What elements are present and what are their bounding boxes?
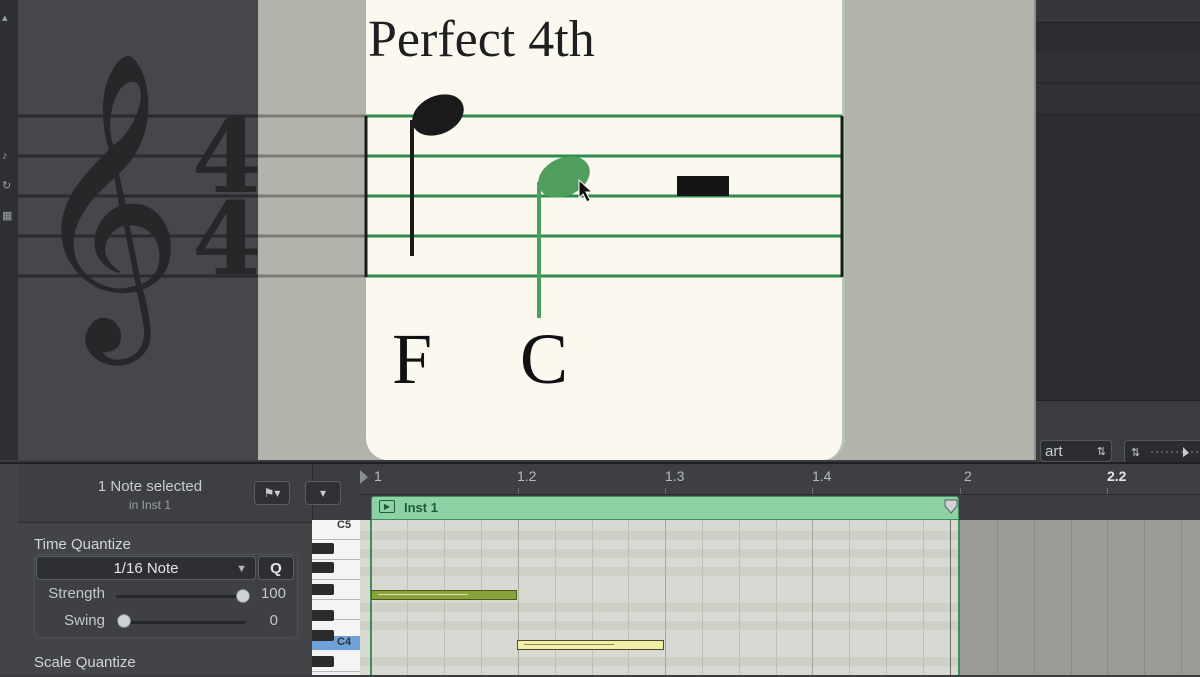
- bar-ruler[interactable]: [360, 466, 1200, 495]
- grid-line: [1071, 520, 1072, 675]
- dropdown-arrow-icon: ▾: [319, 486, 327, 500]
- key-label-c5: C5: [337, 519, 352, 531]
- strength-slider-knob[interactable]: [236, 589, 250, 603]
- selection-title: 1 Note selected: [97, 478, 203, 495]
- half-rest-symbol: [677, 176, 729, 196]
- interval-title: Perfect 4th: [368, 11, 595, 68]
- key-label-c4: C4: [337, 636, 352, 648]
- piano-black-key[interactable]: [312, 584, 334, 595]
- grid-row: [360, 621, 960, 630]
- swing-slider-knob[interactable]: [117, 614, 131, 628]
- grid-row: [360, 657, 960, 666]
- ruler-tick: [812, 488, 813, 494]
- dropdown-arrow-icon: ▼: [236, 563, 247, 575]
- grid-line: [886, 520, 887, 675]
- piano-black-key[interactable]: [312, 562, 334, 573]
- flag-icon: ⚑▾: [263, 486, 281, 500]
- time-sig-bottom: 4: [192, 180, 262, 298]
- grid-line: [849, 520, 850, 675]
- swing-value: 0: [269, 612, 278, 629]
- flag-menu-button[interactable]: ⚑▾: [254, 481, 290, 505]
- view-menu-button[interactable]: ▾: [305, 481, 341, 505]
- ruler-label: 1.3: [665, 468, 685, 484]
- grid-line: [1034, 520, 1035, 675]
- region-end-marker-icon[interactable]: [944, 498, 958, 516]
- note-c-symbol[interactable]: [531, 148, 596, 318]
- grid-line: [1144, 520, 1145, 675]
- note-label-c: C: [520, 319, 569, 399]
- grid-line: [1107, 520, 1108, 675]
- midi-note-c-selected[interactable]: [517, 640, 664, 650]
- scale-quantize-title[interactable]: Scale Quantize: [34, 654, 136, 671]
- ruler-label: 2.2: [1107, 468, 1127, 484]
- note-label-f: F: [392, 319, 433, 399]
- quantize-value: 1/16 Note: [113, 560, 179, 577]
- region-header[interactable]: [371, 496, 959, 520]
- strength-value: 100: [260, 585, 286, 602]
- note-velocity-line: [524, 644, 614, 645]
- piano-roll-outside-region[interactable]: [960, 520, 1200, 675]
- ruler-tick: [960, 488, 961, 494]
- grid-line: [923, 520, 924, 675]
- grid-row: [360, 603, 960, 612]
- ruler-label: 1: [374, 468, 382, 484]
- ruler-label: 2: [964, 468, 972, 484]
- grid-line: [555, 520, 556, 675]
- playhead-marker[interactable]: [360, 470, 368, 484]
- grid-row: [360, 567, 960, 576]
- quantize-value-select[interactable]: 1/16 Note ▼: [36, 556, 256, 580]
- end-marker-line: [950, 520, 951, 675]
- piano-black-key[interactable]: [312, 656, 334, 667]
- ruler-tick: [665, 488, 666, 494]
- grid-line: [592, 520, 593, 675]
- grid-line: [518, 520, 519, 675]
- note-f-symbol[interactable]: [405, 86, 470, 256]
- piano-black-key[interactable]: [312, 630, 334, 641]
- piano-black-key[interactable]: [312, 543, 334, 554]
- grid-line: [702, 520, 703, 675]
- grid-line: [776, 520, 777, 675]
- grid-row: [360, 549, 960, 558]
- grid-line: [628, 520, 629, 675]
- ruler-label: 1.2: [517, 468, 537, 484]
- piano-key[interactable]: [312, 520, 360, 540]
- region-play-icon[interactable]: ▶: [379, 500, 395, 513]
- quantize-button[interactable]: Q: [258, 556, 294, 580]
- time-quantize-title: Time Quantize: [34, 536, 131, 553]
- grid-line: [812, 520, 813, 675]
- ruler-label: 1.4: [812, 468, 832, 484]
- selection-subtitle: in Inst 1: [128, 498, 172, 512]
- grid-line: [1181, 520, 1182, 675]
- ruler-tick: [1107, 488, 1108, 494]
- ruler-tick: [518, 488, 519, 494]
- grid-row: [360, 531, 960, 540]
- grid-line: [739, 520, 740, 675]
- treble-clef-icon: 𝄞: [30, 50, 184, 367]
- staff: [364, 114, 844, 278]
- region-name: Inst 1: [404, 500, 438, 515]
- strength-label: Strength: [48, 585, 105, 602]
- piano-black-key[interactable]: [312, 610, 334, 621]
- swing-label: Swing: [64, 612, 105, 629]
- region-right-edge[interactable]: [958, 520, 960, 675]
- midi-note-f[interactable]: [371, 590, 517, 600]
- note-velocity-line: [378, 594, 468, 595]
- strength-slider[interactable]: [116, 595, 246, 598]
- notation-svg: 𝄞 4 4: [18, 50, 844, 367]
- grid-line: [665, 520, 666, 675]
- swing-slider[interactable]: [116, 621, 246, 624]
- grid-line: [997, 520, 998, 675]
